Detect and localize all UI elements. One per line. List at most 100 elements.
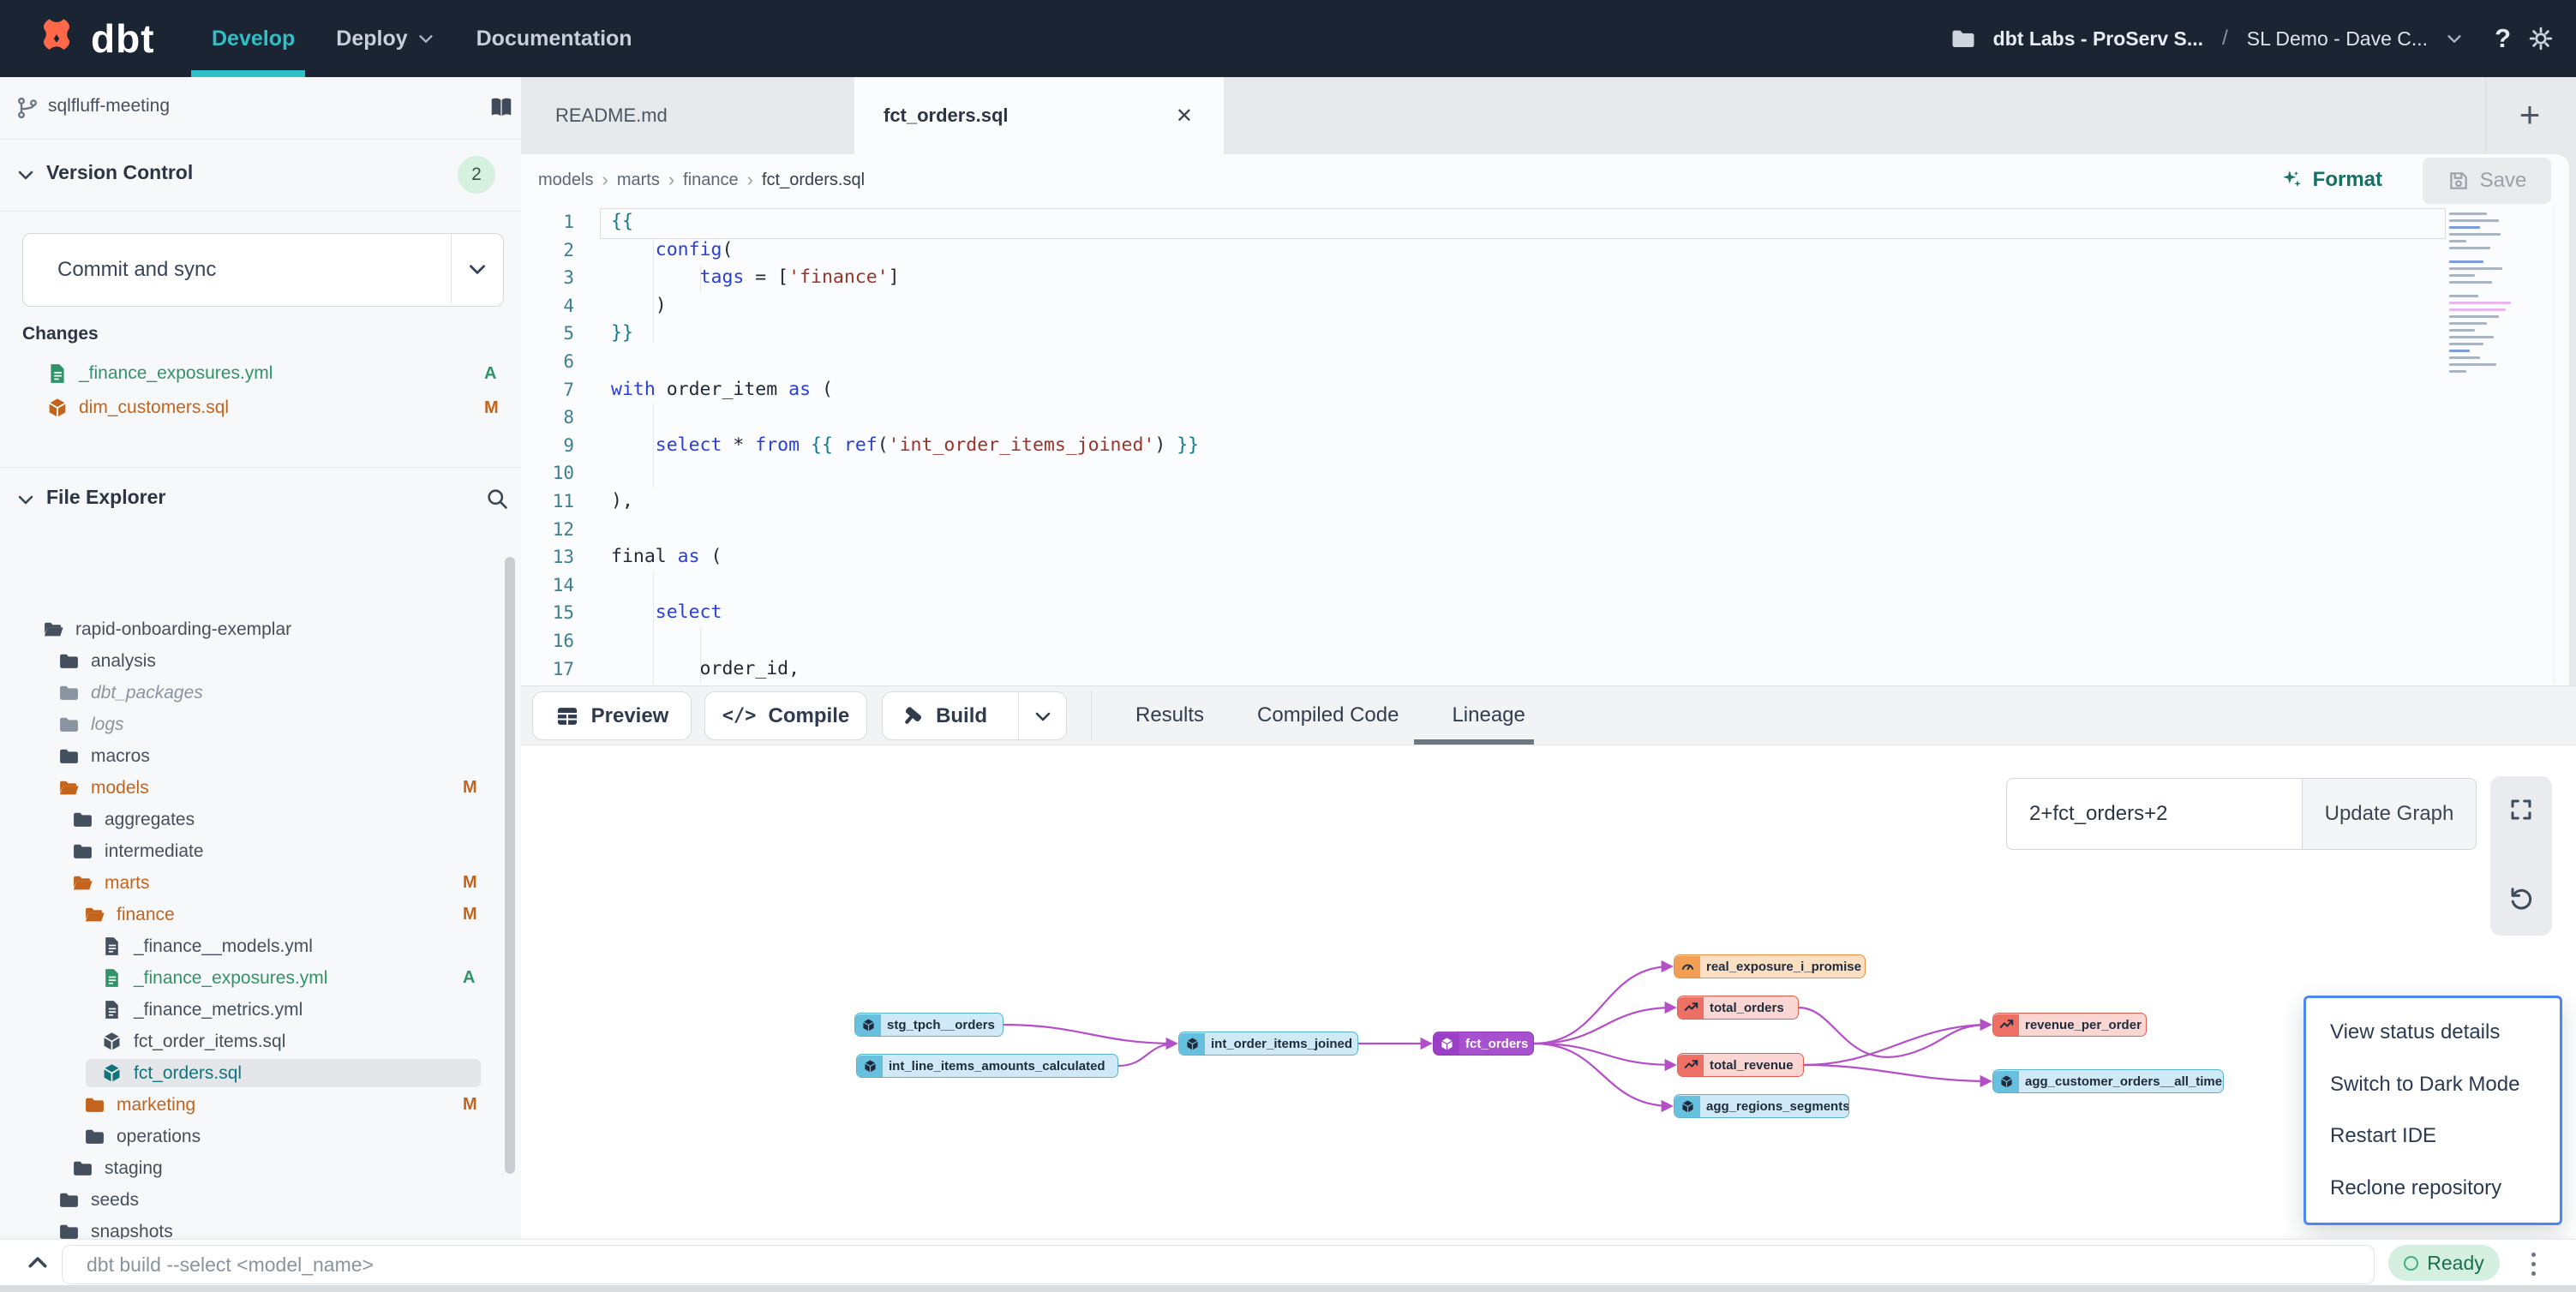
tree-item-intermediate[interactable]: intermediate: [0, 835, 509, 867]
tree-item-label: models: [91, 778, 149, 799]
menu-item-view-status-details[interactable]: View status details: [2306, 1020, 2560, 1044]
tree-item-dbt-packages[interactable]: dbt_packages: [0, 677, 509, 709]
cube-icon: [46, 397, 69, 419]
menu-item-reclone-repository[interactable]: Reclone repository: [2306, 1176, 2560, 1200]
tree-item-finance[interactable]: financeM: [0, 899, 509, 930]
tree-item-analysis[interactable]: analysis: [0, 645, 509, 677]
editor-minimap[interactable]: [2449, 212, 2521, 377]
lineage-node-revenue_per_order[interactable]: revenue_per_order: [1992, 1013, 2147, 1037]
tree-item-staging[interactable]: staging: [0, 1152, 509, 1184]
breadcrumb-separator: ›: [668, 169, 674, 191]
lineage-node-label: agg_customer_orders__all_time: [2019, 1074, 2224, 1089]
changed-file-row[interactable]: dim_customers.sqlM: [0, 391, 521, 425]
chevron-down-icon[interactable]: [15, 164, 36, 185]
lineage-node-agg_regions_segments[interactable]: agg_regions_segments: [1674, 1094, 1849, 1118]
tree-item--finance-exposures-yml[interactable]: _finance_exposures.ymlA: [0, 962, 509, 994]
tree-item-label: fct_orders.sql: [134, 1063, 242, 1084]
dbt-logo[interactable]: dbt: [34, 0, 155, 77]
build-main[interactable]: Build: [883, 704, 1006, 728]
folder-open-icon: [58, 777, 80, 799]
tree-item-fct-orders-sql[interactable]: fct_orders.sql: [0, 1057, 509, 1089]
breadcrumb-fct-orders-sql[interactable]: fct_orders.sql: [762, 170, 865, 190]
tree-item-operations[interactable]: operations: [0, 1121, 509, 1152]
tree-item--finance-metrics-yml[interactable]: _finance_metrics.yml: [0, 994, 509, 1026]
lineage-node-total_revenue[interactable]: total_revenue: [1677, 1053, 1804, 1077]
chevron-down-icon[interactable]: [15, 489, 36, 510]
project-name[interactable]: SL Demo - Dave C...: [2247, 27, 2428, 51]
git-branch-row[interactable]: sqlfluff-meeting: [0, 77, 521, 139]
panel-tab-compiled-code[interactable]: Compiled Code: [1257, 703, 1399, 727]
menu-item-restart-ide[interactable]: Restart IDE: [2306, 1124, 2560, 1148]
editor-scrollbar[interactable]: [2554, 206, 2555, 684]
git-status-badge: M: [463, 1095, 477, 1115]
command-input[interactable]: [62, 1245, 2375, 1284]
lineage-node-int_line_items_amounts_calculated[interactable]: int_line_items_amounts_calculated: [856, 1054, 1118, 1078]
tab-fct-orders[interactable]: fct_orders.sql ✕: [854, 77, 1224, 154]
panel-tab-results[interactable]: Results: [1135, 703, 1204, 727]
tree-item-macros[interactable]: macros: [0, 740, 509, 772]
build-options-dropdown[interactable]: [1018, 692, 1066, 739]
file-explorer-header[interactable]: File Explorer: [0, 467, 521, 531]
lineage-node-total_orders[interactable]: total_orders: [1677, 996, 1799, 1020]
tree-item-marts[interactable]: martsM: [0, 867, 509, 899]
brand-text: dbt: [91, 15, 155, 62]
tree-item-models[interactable]: modelsM: [0, 772, 509, 804]
account-name[interactable]: dbt Labs - ProServ S...: [1993, 27, 2203, 51]
lineage-node-real_exposure_i_promise[interactable]: real_exposure_i_promise: [1674, 954, 1866, 978]
nav-link-documentation[interactable]: Documentation: [476, 27, 632, 51]
close-tab-icon[interactable]: ✕: [1176, 104, 1193, 129]
tab-label: README.md: [555, 105, 668, 127]
help-icon[interactable]: ?: [2495, 23, 2511, 54]
indent-guide: [653, 238, 654, 343]
version-control-header[interactable]: Version Control 2: [0, 139, 521, 211]
kebab-menu-icon[interactable]: [2525, 1247, 2542, 1281]
tree-item-rapid-onboarding-exemplar[interactable]: rapid-onboarding-exemplar: [0, 613, 509, 645]
docs-book-icon[interactable]: [488, 94, 514, 120]
nav-link-deploy[interactable]: Deploy: [336, 27, 434, 51]
lineage-edges: [521, 745, 2576, 1239]
tree-item-logs[interactable]: logs: [0, 709, 509, 740]
code-line: tags = ['finance']: [611, 264, 900, 292]
bottom-panel-tabs: Results Compiled Code Lineage: [1135, 686, 1525, 745]
menu-item-switch-to-dark-mode[interactable]: Switch to Dark Mode: [2306, 1073, 2560, 1097]
git-status-badge: A: [484, 364, 496, 384]
commit-options-dropdown[interactable]: [451, 234, 503, 304]
code-editor[interactable]: 1234567891011121314151617 {{ config( tag…: [521, 206, 2569, 685]
tree-item--finance-models-yml[interactable]: _finance__models.yml: [0, 930, 509, 962]
tree-item-marketing[interactable]: marketingM: [0, 1089, 509, 1121]
lineage-node-stg_tpch__orders[interactable]: stg_tpch__orders: [854, 1013, 1003, 1037]
tree-item-snapshots[interactable]: snapshots: [0, 1216, 509, 1239]
breadcrumb-models[interactable]: models: [538, 170, 593, 190]
tree-item-seeds[interactable]: seeds: [0, 1184, 509, 1216]
chevron-up-icon[interactable]: [22, 1250, 53, 1276]
nav-link-develop[interactable]: Develop: [212, 27, 295, 51]
tree-item-fct-order-items-sql[interactable]: fct_order_items.sql: [0, 1026, 509, 1057]
tree-item-aggregates[interactable]: aggregates: [0, 804, 509, 835]
file-tree-scrollbar[interactable]: [505, 557, 515, 1174]
preview-button[interactable]: Preview: [532, 691, 692, 740]
project-chevron-down-icon[interactable]: [2445, 29, 2464, 48]
format-button[interactable]: Format: [2280, 161, 2382, 199]
lineage-node-int_order_items_joined[interactable]: int_order_items_joined: [1178, 1032, 1358, 1056]
tree-item-label: _finance_metrics.yml: [134, 1000, 303, 1020]
build-button[interactable]: Build: [882, 691, 1067, 740]
bottom-toolbar: Preview </> Compile Build Results Compile…: [521, 685, 2576, 745]
search-icon[interactable]: [485, 487, 509, 511]
code-line: }}: [611, 320, 633, 348]
lineage-node-fct_orders[interactable]: fct_orders: [1433, 1032, 1534, 1056]
changed-file-row[interactable]: _finance_exposures.ymlA: [0, 356, 521, 391]
breadcrumb-finance[interactable]: finance: [683, 170, 739, 190]
panel-tab-lineage[interactable]: Lineage: [1452, 703, 1525, 727]
lineage-node-agg_customer_orders__all_time[interactable]: agg_customer_orders__all_time: [1992, 1069, 2224, 1093]
compile-button[interactable]: </> Compile: [704, 691, 867, 740]
tab-readme[interactable]: README.md: [521, 77, 855, 154]
save-button[interactable]: Save: [2423, 158, 2551, 204]
tree-item-label: intermediate: [105, 841, 204, 862]
status-badge[interactable]: Ready: [2388, 1245, 2500, 1281]
indent-guide: [653, 571, 654, 684]
settings-gear-icon[interactable]: [2528, 26, 2554, 51]
new-tab-button[interactable]: +: [2502, 87, 2557, 142]
line-number: 1: [521, 208, 574, 236]
commit-and-sync-button[interactable]: Commit and sync: [22, 233, 504, 307]
breadcrumb-marts[interactable]: marts: [617, 170, 660, 190]
